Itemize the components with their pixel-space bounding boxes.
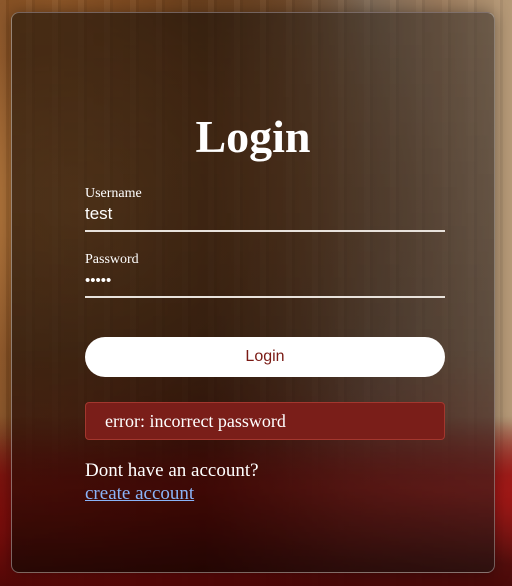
login-title: Login: [195, 111, 311, 162]
create-account-link[interactable]: create account: [85, 482, 194, 506]
page-background: { "login": { "title": "Login", "username…: [0, 0, 512, 586]
username-label: Username: [85, 186, 142, 201]
login-button[interactable]: Login: [85, 337, 445, 377]
password-field: Password: [85, 251, 445, 298]
login-card: Login Username Password Login error: inc…: [11, 12, 495, 573]
signup-section: Dont have an account? create account: [85, 460, 259, 506]
error-message: error: incorrect password: [85, 402, 445, 440]
signup-prompt: Dont have an account?: [85, 460, 259, 481]
password-input[interactable]: [85, 268, 445, 298]
password-label: Password: [85, 252, 139, 267]
username-input[interactable]: [85, 202, 445, 232]
username-field: Username: [85, 185, 445, 232]
